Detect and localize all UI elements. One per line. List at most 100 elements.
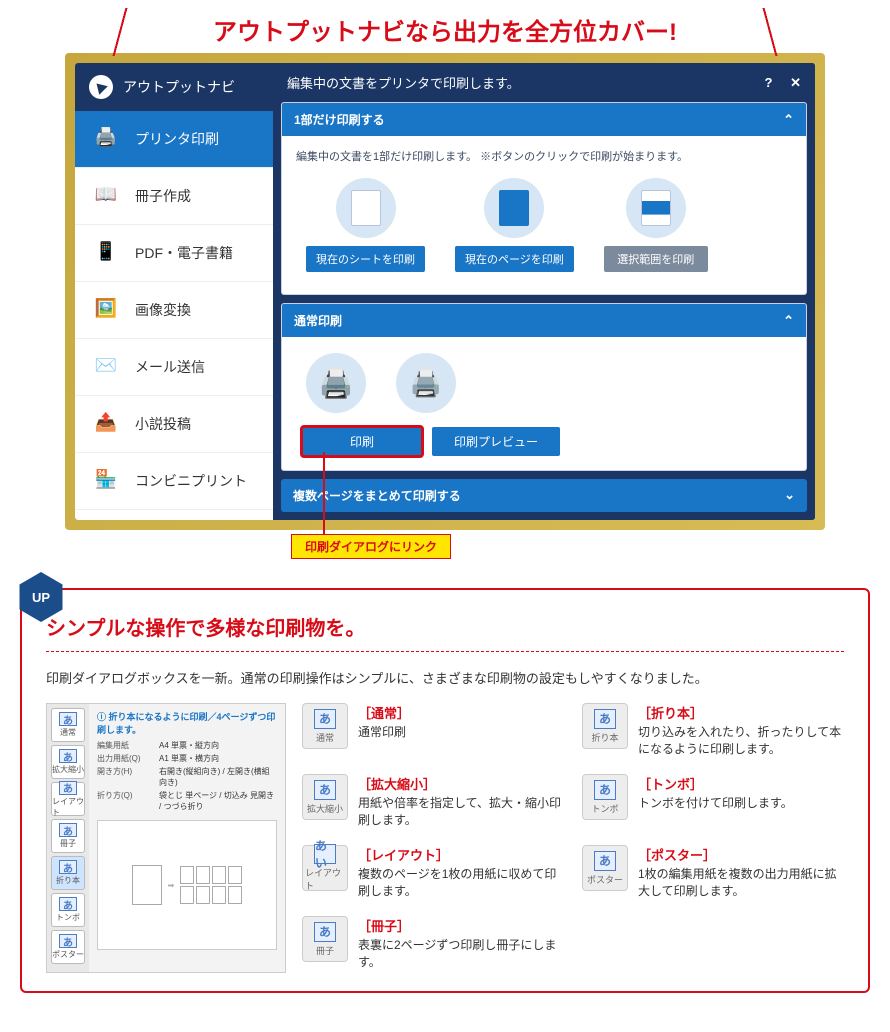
card-head[interactable]: 通常印刷 ⌃ <box>282 304 806 337</box>
print-selection[interactable]: 選択範囲を印刷 <box>604 178 708 272</box>
chevron-up-icon: ⌃ <box>783 313 794 329</box>
dialog-tab: あ通常 <box>51 708 85 742</box>
print-preview-button[interactable]: 印刷プレビュー <box>432 427 560 456</box>
sidebar-header: アウトプットナビ <box>75 63 273 111</box>
card-title: 1部だけ印刷する <box>294 111 385 128</box>
main-header: 編集中の文書をプリンタで印刷します。 ? ✕ <box>273 63 815 102</box>
callout-label: 印刷ダイアログにリンク <box>291 534 451 559</box>
print-current-sheet-label: 現在のシートを印刷 <box>306 246 425 272</box>
sidebar-item-label: メール送信 <box>135 357 205 377</box>
upload-icon: 📤 <box>91 412 121 436</box>
sidebar: アウトプットナビ 🖨️ プリンタ印刷 📖 冊子作成 📱 PDF・電子書籍 🖼️ … <box>75 63 273 520</box>
printer-thumb-icon <box>306 353 366 413</box>
feature-desc: 1枚の編集用紙を複数の出力用紙に拡大して印刷します。 <box>638 866 844 900</box>
feature-title: ［レイアウト］ <box>358 845 564 864</box>
info-box: UP シンプルな操作で多様な印刷物を。 印刷ダイアログボックスを一新。通常の印刷… <box>20 588 870 993</box>
feature-icon: あ折り本 <box>582 703 628 749</box>
image-icon: 🖼️ <box>91 298 121 322</box>
sidebar-item-label: コンビニプリント <box>135 471 247 491</box>
card-title: 通常印刷 <box>294 312 342 329</box>
compass-icon <box>89 75 113 99</box>
feature-desc: 複数のページを1枚の用紙に収めて印刷します。 <box>358 866 564 900</box>
preview-thumb-icon <box>396 353 456 413</box>
sidebar-item-label: 小説投稿 <box>135 414 191 434</box>
print-selection-label: 選択範囲を印刷 <box>604 246 708 272</box>
feature-desc: 用紙や倍率を指定して、拡大・縮小印刷します。 <box>358 795 564 829</box>
feature-item: あトンボ ［トンボ］ トンボを付けて印刷します。 <box>582 774 844 831</box>
feature-item: あ折り本 ［折り本］ 切り込みを入れたり、折ったりして本になるように印刷します。 <box>582 703 844 760</box>
sidebar-item-pdf[interactable]: 📱 PDF・電子書籍 <box>75 225 273 282</box>
print-current-page-label: 現在のページを印刷 <box>455 246 574 272</box>
feature-title: ［通常］ <box>358 703 410 722</box>
page-icon <box>484 178 544 238</box>
sidebar-item-printer[interactable]: 🖨️ プリンタ印刷 <box>75 111 273 168</box>
feature-desc: 切り込みを入れたり、折ったりして本になるように印刷します。 <box>638 724 844 758</box>
dialog-header: 折り本になるように印刷／4ページずつ印刷します。 <box>97 712 275 735</box>
chevron-up-icon: ⌃ <box>783 112 794 128</box>
feature-desc: トンボを付けて印刷します。 <box>638 795 793 812</box>
info-desc: 印刷ダイアログボックスを一新。通常の印刷操作はシンプルに、さまざまな印刷物の設定… <box>46 668 844 687</box>
main-header-title: 編集中の文書をプリンタで印刷します。 <box>287 73 520 92</box>
store-icon: 🏪 <box>91 469 121 493</box>
card-desc: 編集中の文書を1部だけ印刷します。 ※ボタンのクリックで印刷が始まります。 <box>296 148 792 164</box>
feature-icon: あポスター <box>582 845 628 891</box>
sidebar-item-booklet[interactable]: 📖 冊子作成 <box>75 168 273 225</box>
feature-desc: 通常印刷 <box>358 724 410 741</box>
dialog-tab: あ冊子 <box>51 819 85 853</box>
chevron-down-icon: ⌄ <box>784 487 795 504</box>
sidebar-item-label: プリンタ印刷 <box>135 129 219 149</box>
feature-item: あポスター［ポスター］1枚の編集用紙を複数の出力用紙に拡大して印刷します。 <box>582 845 844 902</box>
sidebar-item-novel[interactable]: 📤 小説投稿 <box>75 396 273 453</box>
dialog-tab: あポスター <box>51 930 85 964</box>
book-icon: 📖 <box>91 184 121 208</box>
selection-icon <box>626 178 686 238</box>
sidebar-title: アウトプットナビ <box>123 77 235 97</box>
sidebar-item-label: 冊子作成 <box>135 186 191 206</box>
print-current-sheet[interactable]: 現在のシートを印刷 <box>306 178 425 272</box>
decorative-slash-left <box>100 8 140 56</box>
card-title: 複数ページをまとめて印刷する <box>293 487 461 504</box>
feature-icon: あいレイアウト <box>302 845 348 891</box>
decorative-slash-right <box>750 8 790 56</box>
print-button[interactable]: 印刷 <box>302 427 422 456</box>
sheet-icon <box>336 178 396 238</box>
feature-desc: 表裏に2ページずつ印刷し冊子にします。 <box>358 937 564 971</box>
dialog-tab: あ折り本 <box>51 856 85 890</box>
callout-line <box>323 452 325 534</box>
printer-icon: 🖨️ <box>91 127 121 151</box>
feature-title: ［折り本］ <box>638 703 844 722</box>
print-dialog-screenshot: あ通常あ拡大縮小あレイアウトあ冊子あ折り本あトンボあポスター ⓘ 折り本になるよ… <box>46 703 286 973</box>
print-current-page[interactable]: 現在のページを印刷 <box>455 178 574 272</box>
mail-icon: ✉️ <box>91 355 121 379</box>
sidebar-item-label: 画像変換 <box>135 300 191 320</box>
card-multipage-header[interactable]: 複数ページをまとめて印刷する ⌄ <box>281 479 807 512</box>
card-normal-print: 通常印刷 ⌃ 印刷 印刷プレビュー <box>281 303 807 471</box>
feature-icon: あ拡大縮小 <box>302 774 348 820</box>
close-icon[interactable]: ✕ <box>790 75 801 90</box>
feature-item: あ冊子 ［冊子］ 表裏に2ページずつ印刷し冊子にします。 <box>302 916 564 973</box>
sidebar-item-label: PDF・電子書籍 <box>135 243 233 263</box>
feature-title: ［冊子］ <box>358 916 564 935</box>
help-icon[interactable]: ? <box>765 75 773 90</box>
feature-icon: あ冊子 <box>302 916 348 962</box>
navi-window: アウトプットナビ 🖨️ プリンタ印刷 📖 冊子作成 📱 PDF・電子書籍 🖼️ … <box>65 53 825 530</box>
dialog-tab: あトンボ <box>51 893 85 927</box>
feature-title: ［トンボ］ <box>638 774 793 793</box>
feature-title: ［拡大縮小］ <box>358 774 564 793</box>
sidebar-item-image[interactable]: 🖼️ 画像変換 <box>75 282 273 339</box>
sidebar-item-convenience[interactable]: 🏪 コンビニプリント <box>75 453 273 510</box>
headline: アウトプットナビなら出力を全方位カバー! <box>213 12 677 47</box>
info-title: シンプルな操作で多様な印刷物を。 <box>46 612 844 641</box>
card-print-one: 1部だけ印刷する ⌃ 編集中の文書を1部だけ印刷します。 ※ボタンのクリックで印… <box>281 102 807 295</box>
feature-icon: あトンボ <box>582 774 628 820</box>
dialog-tab: あレイアウト <box>51 782 85 816</box>
dialog-tab: あ拡大縮小 <box>51 745 85 779</box>
feature-item: あ通常 ［通常］ 通常印刷 <box>302 703 564 760</box>
sidebar-item-mail[interactable]: ✉️ メール送信 <box>75 339 273 396</box>
feature-icon: あ通常 <box>302 703 348 749</box>
card-head[interactable]: 1部だけ印刷する ⌃ <box>282 103 806 136</box>
pdf-icon: 📱 <box>91 241 121 265</box>
divider <box>46 651 844 652</box>
feature-item: あいレイアウト ［レイアウト］ 複数のページを1枚の用紙に収めて印刷します。 <box>302 845 564 902</box>
feature-item: あ拡大縮小 ［拡大縮小］ 用紙や倍率を指定して、拡大・縮小印刷します。 <box>302 774 564 831</box>
